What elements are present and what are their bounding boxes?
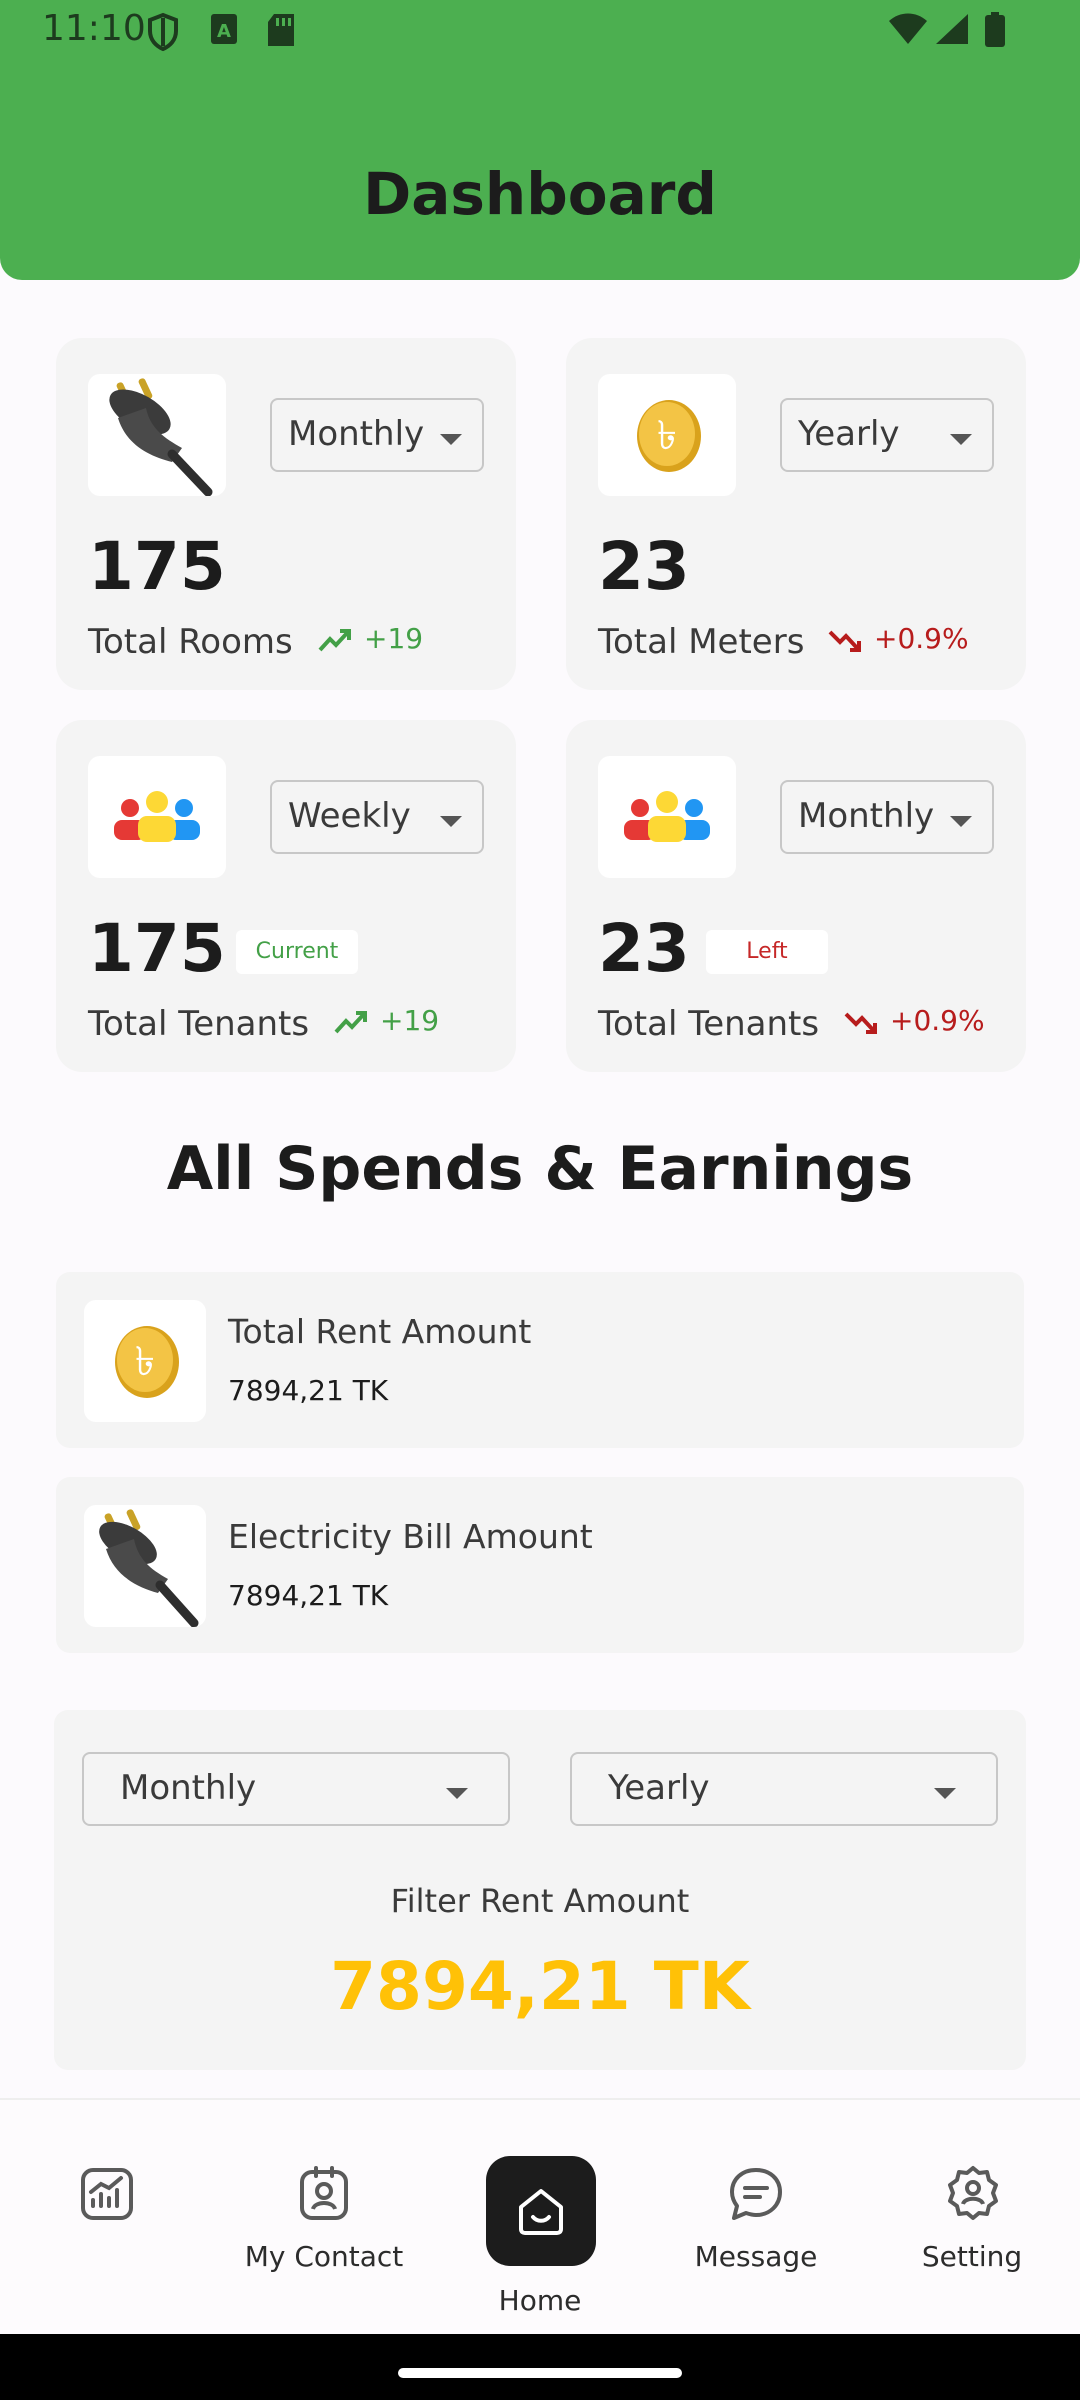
nav-item-my-contact[interactable]: My Contact	[216, 2100, 432, 2336]
nav-label: Message	[694, 2240, 818, 2273]
gesture-handle[interactable]	[398, 2368, 682, 2378]
filter-label: Filter Rent Amount	[390, 1882, 690, 1920]
row-amount: 7894,21 TK	[228, 1579, 389, 1612]
stat-value: 175	[88, 528, 226, 605]
stat-label: Total Meters	[598, 622, 805, 662]
taka-coin-icon: ৳	[84, 1300, 206, 1422]
stat-value: 23	[598, 528, 690, 605]
filter-period-value: Monthly	[120, 1768, 257, 1808]
section-title: All Spends & Earnings	[166, 1134, 914, 1204]
gesture-bar	[0, 2334, 1080, 2400]
period-dropdown[interactable]: Yearly	[780, 398, 994, 472]
people-icon	[598, 756, 736, 878]
trend-value: +19	[380, 1004, 440, 1037]
period-dropdown[interactable]: Weekly	[270, 780, 484, 854]
status-badge: Current	[236, 930, 358, 974]
battery-icon	[985, 12, 1005, 47]
contact-icon	[300, 2166, 348, 2220]
trending-up-icon	[334, 1011, 367, 1034]
filter-year-select[interactable]: Yearly	[570, 1752, 998, 1826]
gear-icon	[948, 2166, 998, 2220]
stat-card-rooms: Monthly 175 Total Rooms +19	[56, 338, 516, 690]
row-title: Electricity Bill Amount	[228, 1517, 593, 1556]
page-title: Dashboard	[363, 160, 717, 228]
trending-down-icon	[844, 1012, 877, 1034]
chevron-down-icon	[950, 434, 972, 445]
wifi-icon	[889, 13, 927, 44]
stat-card-tenants-left: Monthly 23 Left Total Tenants +0.9%	[566, 720, 1026, 1072]
period-dropdown[interactable]: Monthly	[270, 398, 484, 472]
period-dropdown-value: Monthly	[288, 414, 425, 454]
shield-icon	[148, 12, 178, 52]
home-icon	[519, 2189, 563, 2235]
trending-up-icon	[318, 629, 351, 652]
nav-label: Setting	[921, 2240, 1023, 2273]
message-icon	[730, 2168, 782, 2220]
chevron-down-icon	[440, 816, 462, 827]
people-icon	[88, 756, 226, 878]
svg-text:৳: ৳	[657, 413, 677, 459]
chevron-down-icon	[950, 816, 972, 827]
trend-value: +0.9%	[890, 1004, 985, 1037]
chevron-down-icon	[440, 434, 462, 445]
svg-text:A: A	[217, 21, 231, 42]
svg-text:৳: ৳	[135, 1339, 155, 1385]
sd-card-icon	[268, 14, 294, 46]
chevron-down-icon	[446, 1788, 468, 1799]
filter-period-select[interactable]: Monthly	[82, 1752, 510, 1826]
status-badge: Left	[706, 930, 828, 974]
row-title: Total Rent Amount	[228, 1312, 532, 1351]
filter-card: Monthly Yearly Filter Rent Amount 7894,2…	[54, 1710, 1026, 2070]
nav-label: My Contact	[244, 2240, 404, 2273]
period-dropdown-value: Weekly	[288, 796, 411, 836]
trend-value: +19	[364, 622, 424, 655]
stat-value: 175	[88, 910, 226, 987]
stat-label: Total Tenants	[88, 1004, 310, 1044]
status-time: 11:10	[42, 8, 146, 49]
stat-card-tenants-current: Weekly 175 Current Total Tenants +19	[56, 720, 516, 1072]
trend-value: +0.9%	[874, 622, 969, 655]
status-bar: 11:10 A	[0, 0, 1080, 64]
home-button[interactable]	[486, 2156, 596, 2266]
chart-icon	[81, 2168, 133, 2220]
text-icon: A	[211, 14, 237, 44]
chevron-down-icon	[934, 1788, 956, 1799]
list-item-electricity[interactable]: Electricity Bill Amount 7894,21 TK	[56, 1477, 1024, 1653]
stat-label: Total Tenants	[598, 1004, 820, 1044]
nav-label: Home	[498, 2284, 582, 2317]
nav-item-message[interactable]: Message	[648, 2100, 864, 2336]
stat-card-meters: ৳ Yearly 23 Total Meters +0.9%	[566, 338, 1026, 690]
filter-amount: 7894,21 TK	[330, 1948, 750, 2025]
filter-year-value: Yearly	[608, 1768, 710, 1808]
stat-label: Total Rooms	[88, 622, 293, 662]
stat-value: 23	[598, 910, 690, 987]
nav-item-setting[interactable]: Setting	[864, 2100, 1080, 2336]
period-dropdown-value: Monthly	[798, 796, 935, 836]
row-amount: 7894,21 TK	[228, 1374, 389, 1407]
nav-item-home[interactable]: Home	[432, 2100, 648, 2336]
taka-coin-icon: ৳	[598, 374, 736, 496]
trending-down-icon	[828, 630, 861, 652]
nav-item-analytics[interactable]	[0, 2100, 216, 2336]
list-item-rent[interactable]: ৳ Total Rent Amount 7894,21 TK	[56, 1272, 1024, 1448]
period-dropdown[interactable]: Monthly	[780, 780, 994, 854]
plug-icon	[84, 1505, 206, 1627]
plug-icon	[88, 374, 226, 496]
bottom-navigation: My Contact Home Message Setting	[0, 2098, 1080, 2334]
signal-icon	[936, 14, 968, 44]
period-dropdown-value: Yearly	[798, 414, 900, 454]
